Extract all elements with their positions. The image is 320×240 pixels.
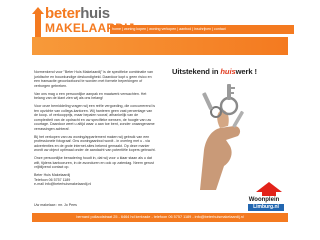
contact-signature: Beter Huis Makelaardij Telefoon 06 5757 … [34, 173, 157, 187]
woonplein-logo-icon [256, 182, 282, 196]
paragraph: Bij het verkopen van uw woning/apparteme… [34, 134, 156, 153]
partner-sub[interactable]: Limburg.nl [248, 204, 284, 211]
footer-address: bernard pollaodstraat 25 - 6464 hd kerkr… [32, 213, 288, 222]
paragraph: Van ons mag u een persoonlijke aanpak en… [34, 91, 147, 101]
partner-name[interactable]: Woonplein [241, 197, 287, 203]
paragraph: Normenkend voor "Beter Huis Makelaardij"… [34, 70, 154, 88]
keys-in-hand-image [200, 84, 244, 190]
brand-word-1: beter [45, 5, 81, 22]
main-nav: home | woning kopen | woning verkopen | … [110, 25, 294, 34]
header-banner [32, 37, 288, 55]
slogan-part: werk ! [235, 67, 257, 76]
nav-contact[interactable]: contact [214, 25, 226, 34]
slogan-part: Uitstekend in [172, 67, 221, 76]
signature-email[interactable]: e-mail info@beterhuismakelaardij.nl [34, 182, 157, 187]
paragraph: Voor onze bemiddeling vragen wij een reë… [34, 103, 156, 131]
brand-name: beterhuis [45, 6, 110, 22]
nav-woning-verkopen[interactable]: woning verkopen [149, 25, 176, 34]
nav-inschrijven[interactable]: inschrijven [194, 25, 211, 34]
slogan: Uitstekend in huiswerk ! [172, 67, 257, 76]
paragraph: Onze persoonlijke benadering houdt in, d… [34, 156, 154, 170]
nav-aanbod[interactable]: aanbod [179, 25, 191, 34]
intro-text: Normenkend voor "Beter Huis Makelaardij"… [34, 70, 157, 187]
nav-woning-kopen[interactable]: woning kopen [124, 25, 146, 34]
promo-image: Uitstekend in huiswerk ! Woonplein Limbu… [172, 60, 286, 211]
page: beterhuis MAKELAARDIJ home | woning kope… [26, 0, 294, 240]
makelaar-credit: Uw makelaar:: mr. Jo Pees [34, 203, 77, 207]
footer-space [32, 222, 288, 240]
house-arrow-icon [32, 7, 44, 37]
nav-home[interactable]: home [112, 25, 121, 34]
brand-word-2: huis [80, 5, 110, 22]
slogan-highlight: huis [220, 67, 236, 76]
